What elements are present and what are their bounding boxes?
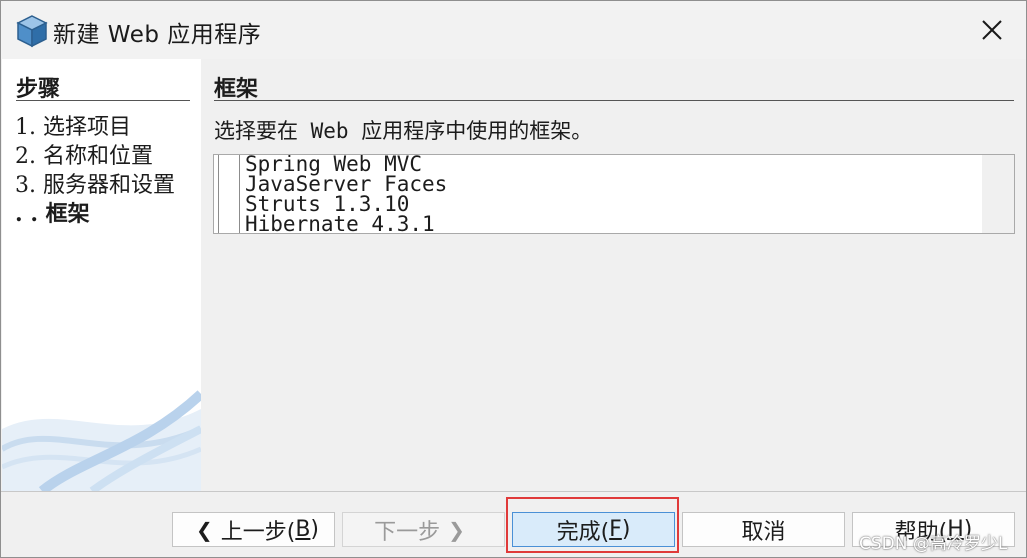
steps-panel: 步骤 1. 选择项目 2. 名称和位置 3. 服务器和设置 . . 框架 bbox=[2, 59, 201, 491]
content-heading: 框架 bbox=[214, 76, 259, 102]
title-bar[interactable]: 新建 Web 应用程序 bbox=[1, 1, 1026, 59]
framework-checkbox[interactable] bbox=[218, 155, 240, 175]
framework-checkbox[interactable] bbox=[218, 175, 240, 195]
steps-list: 1. 选择项目 2. 名称和位置 3. 服务器和设置 . . 框架 bbox=[15, 113, 175, 229]
close-button[interactable] bbox=[967, 9, 1017, 51]
steps-heading: 步骤 bbox=[16, 76, 61, 102]
back-button-label: 上一步( bbox=[220, 519, 296, 545]
window-title: 新建 Web 应用程序 bbox=[53, 22, 262, 48]
framework-checkbox[interactable] bbox=[218, 195, 240, 215]
framework-list-scrollbar[interactable] bbox=[982, 155, 1014, 233]
framework-name: Hibernate 4.3.1 bbox=[245, 212, 435, 234]
steps-divider bbox=[16, 100, 190, 101]
finish-button-mnemonic: F bbox=[609, 517, 622, 542]
step-item-server-settings: 3. 服务器和设置 bbox=[15, 173, 175, 198]
close-icon bbox=[982, 20, 1002, 40]
content-divider bbox=[214, 100, 1014, 101]
step-item-frameworks: . . 框架 bbox=[15, 201, 90, 227]
chevron-right-icon: ❯ bbox=[448, 517, 465, 542]
finish-button[interactable]: 完成(F) bbox=[512, 512, 675, 547]
decorative-wave-graphic bbox=[2, 390, 201, 491]
chevron-left-icon: ❮ bbox=[195, 517, 213, 542]
new-web-app-dialog: 新建 Web 应用程序 步骤 1. 选择项目 2. 名称和位置 3. 服务器和设… bbox=[0, 0, 1027, 558]
next-button[interactable]: 下一步 ❯ bbox=[342, 512, 505, 547]
framework-row[interactable]: Hibernate 4.3.1 bbox=[214, 212, 984, 234]
next-button-label: 下一步 bbox=[374, 519, 441, 545]
step-item-select-project: 1. 选择项目 bbox=[15, 115, 131, 140]
cancel-button[interactable]: 取消 bbox=[682, 512, 845, 547]
finish-button-suffix: ) bbox=[621, 517, 631, 542]
back-button-suffix: ) bbox=[310, 517, 320, 542]
watermark: CSDN @高冷罗少L bbox=[859, 534, 1008, 554]
cancel-button-label: 取消 bbox=[741, 519, 786, 545]
instruction-text: 选择要在 Web 应用程序中使用的框架。 bbox=[214, 119, 593, 143]
back-button[interactable]: ❮ 上一步(B) bbox=[172, 512, 335, 547]
content-panel: 框架 选择要在 Web 应用程序中使用的框架。 Spring Web MVC J… bbox=[201, 59, 1026, 491]
step-item-name-location: 2. 名称和位置 bbox=[15, 144, 153, 169]
finish-button-label: 完成( bbox=[556, 519, 610, 545]
framework-list[interactable]: Spring Web MVC JavaServer Faces Struts 1… bbox=[213, 154, 1015, 234]
framework-checkbox[interactable] bbox=[218, 215, 240, 233]
back-button-mnemonic: B bbox=[295, 517, 311, 542]
cube-icon bbox=[15, 14, 49, 48]
